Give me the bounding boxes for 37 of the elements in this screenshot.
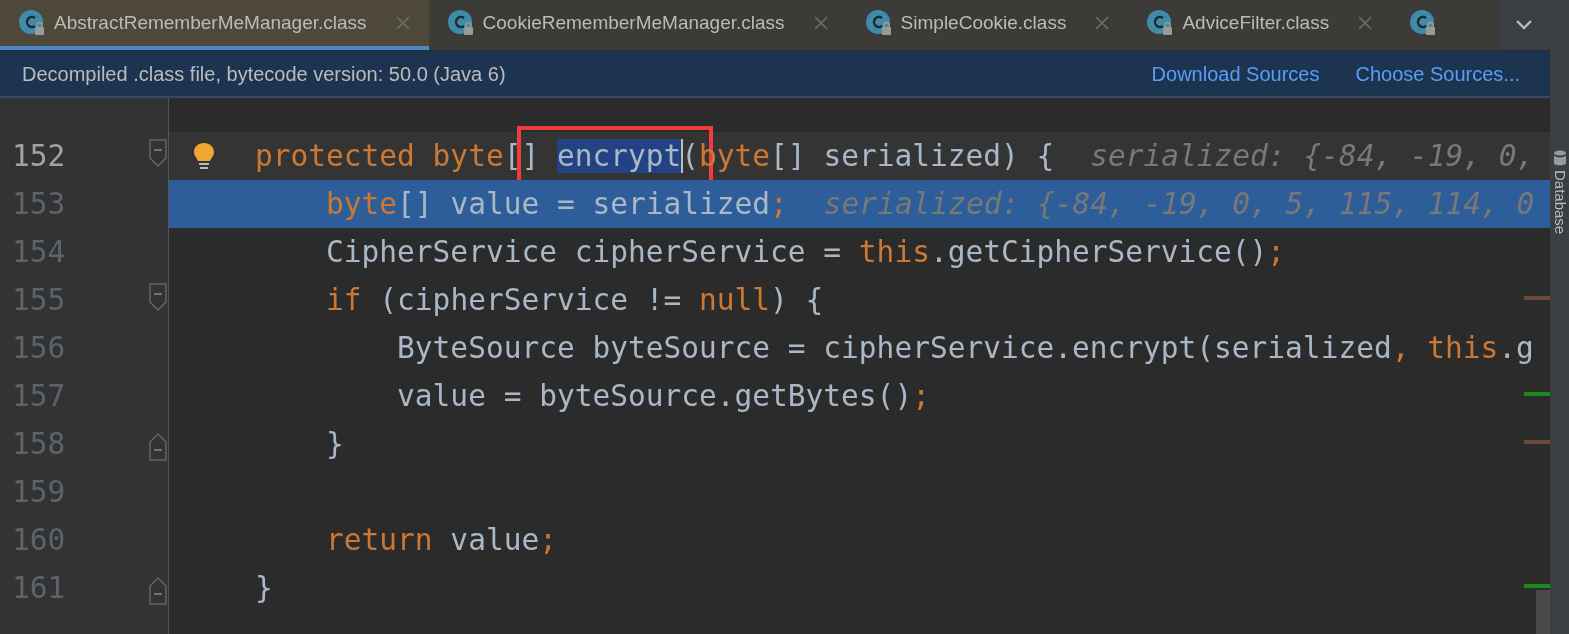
class-file-icon xyxy=(864,9,893,37)
line-number: 152 xyxy=(12,137,66,175)
fold-icon[interactable] xyxy=(149,283,167,313)
class-file-icon xyxy=(446,9,475,37)
chevron-down-icon xyxy=(1515,19,1533,31)
code-line: } xyxy=(325,425,344,463)
inlay-hint: serialized: {-84, -19, 0, xyxy=(1090,137,1535,175)
code-line: ByteSource byteSource = cipherService.encrypt(serialized, this.g xyxy=(396,329,1534,367)
class-file-icon xyxy=(1409,9,1438,37)
code-line: byte[] value = serialized; xyxy=(325,185,788,223)
close-icon[interactable] xyxy=(1357,15,1374,31)
code-line: } xyxy=(255,569,273,607)
tool-window-label[interactable]: Database xyxy=(1548,170,1569,235)
editor-tab[interactable]: AdviceFilter.class xyxy=(1128,0,1392,50)
database-icon[interactable] xyxy=(1552,150,1567,166)
editor-tab[interactable]: AbstractRememberMeManager.class xyxy=(0,0,429,50)
fold-icon[interactable] xyxy=(149,431,167,461)
code-line: return value; xyxy=(325,521,557,559)
close-icon[interactable] xyxy=(394,15,411,31)
editor-tab[interactable]: CookieRememberMeManager.class xyxy=(428,0,847,50)
close-icon[interactable] xyxy=(1094,15,1111,31)
code-line: value = byteSource.getBytes(); xyxy=(396,377,930,415)
fold-icon[interactable] xyxy=(149,575,167,605)
fold-icon[interactable] xyxy=(149,139,167,169)
close-icon[interactable] xyxy=(812,15,829,31)
class-file-icon xyxy=(18,9,46,37)
code-line: if (cipherService != null) { xyxy=(325,281,824,319)
editor-tab[interactable]: SimpleCookie.class xyxy=(846,0,1129,50)
inlay-hint: serialized: {-84, -19, 0, 5, 115, 114, 0 xyxy=(823,185,1535,223)
tabs-dropdown-button[interactable] xyxy=(1498,0,1550,50)
class-file-icon xyxy=(1146,9,1175,37)
banner-message: Decompiled .class file, bytecode version: 50.0 (Java 6) xyxy=(22,61,507,87)
banner-link[interactable]: Choose Sources... xyxy=(1355,58,1520,89)
banner-link[interactable]: Download Sources xyxy=(1151,58,1320,89)
code-line: CipherService cipherService = this.getCipherService(); xyxy=(325,233,1286,271)
scrollbar-thumb[interactable] xyxy=(1536,590,1550,634)
lightbulb-icon[interactable] xyxy=(193,142,215,170)
